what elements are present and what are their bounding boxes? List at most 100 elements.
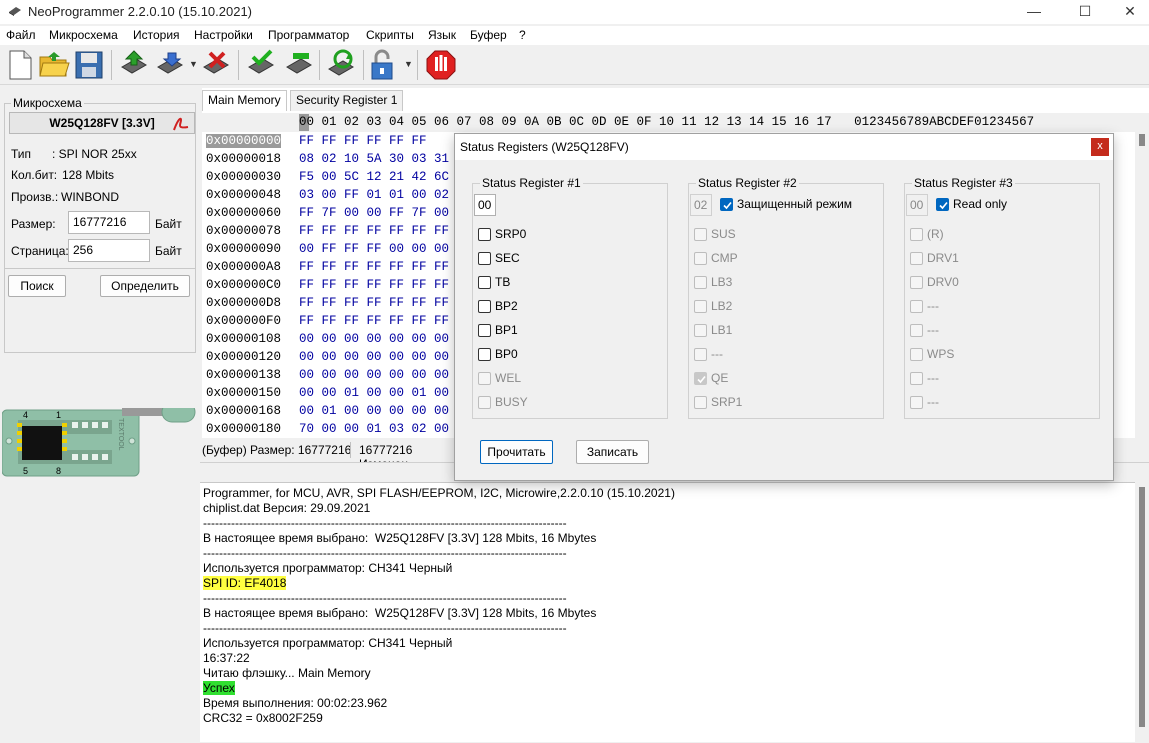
status-register-2-group: Status Register #2 02 Защищенный режим SUS C… xyxy=(688,176,884,419)
register-bit-label: BP0 xyxy=(495,347,518,361)
checkbox-icon xyxy=(910,372,923,385)
register-bit-label: WEL xyxy=(495,371,522,385)
save-icon[interactable] xyxy=(73,49,105,81)
hex-row-bytes[interactable]: FF FF FF FF FF FF FF xyxy=(299,314,449,328)
socket-pin-5: 5 xyxy=(23,466,28,476)
checkbox-icon xyxy=(478,348,491,361)
log-line: ----------------------------------------… xyxy=(203,546,567,560)
write-registers-button[interactable]: Записать xyxy=(576,440,649,464)
hex-row-address: 0x00000168 xyxy=(206,404,282,418)
checkbox-icon xyxy=(694,372,707,385)
minimize-button[interactable]: — xyxy=(1011,0,1057,24)
checkbox-icon xyxy=(910,324,923,337)
register-bit-label: BP2 xyxy=(495,299,518,313)
checkbox-icon xyxy=(936,198,949,211)
menu-language[interactable]: Язык xyxy=(428,28,456,42)
checkbox-label: Защищенный режим xyxy=(737,197,853,211)
hex-row-bytes[interactable]: FF FF FF FF FF FF FF xyxy=(299,278,449,292)
tab-security-register-1[interactable]: Security Register 1 xyxy=(290,90,404,111)
hex-row-bytes[interactable]: 08 02 10 5A 30 03 31 xyxy=(299,152,449,166)
stop-icon[interactable] xyxy=(425,49,457,81)
menu-buffer[interactable]: Буфер xyxy=(470,28,507,42)
hex-row-address: 0x00000030 xyxy=(206,170,282,184)
hex-row-bytes[interactable]: 00 01 00 00 00 00 00 xyxy=(299,404,449,418)
register-bit-label: LB2 xyxy=(711,299,733,313)
menu-file[interactable]: Файл xyxy=(6,28,36,42)
status-register-value[interactable]: 00 xyxy=(474,194,496,216)
hex-scrollbar[interactable] xyxy=(1135,132,1149,438)
read-chip-icon[interactable] xyxy=(118,49,150,81)
hex-row-bytes[interactable]: 00 00 00 00 00 00 00 xyxy=(299,332,449,346)
chip-panel: Микросхема W25Q128FV [3.3V] Тип : SPI NO… xyxy=(0,88,200,742)
register-bit-label: --- xyxy=(711,347,723,361)
title-bar: NeoProgrammer 2.2.0.10 (15.10.2021) — ☐ … xyxy=(0,0,1149,24)
log-scrollbar[interactable] xyxy=(1135,483,1149,743)
page-field[interactable]: 256 xyxy=(68,239,150,262)
write-dropdown-icon[interactable]: ▼ xyxy=(189,59,198,69)
new-file-icon[interactable] xyxy=(4,49,36,81)
hex-row-bytes[interactable]: 00 00 00 00 00 00 00 xyxy=(299,368,449,382)
bits-label: Кол.бит: xyxy=(11,168,58,182)
checkbox-icon xyxy=(694,348,707,361)
checkbox-icon xyxy=(478,228,491,241)
menu-history[interactable]: История xyxy=(133,28,180,42)
menu-settings[interactable]: Настройки xyxy=(194,28,253,42)
write-chip-icon[interactable] xyxy=(154,49,186,81)
menu-programmer[interactable]: Программатор xyxy=(268,28,349,42)
tab-main-memory[interactable]: Main Memory xyxy=(202,90,287,111)
log-line: Успех xyxy=(203,681,235,695)
hex-row-bytes[interactable]: 00 FF FF FF 00 00 00 xyxy=(299,242,449,256)
pdf-datasheet-icon[interactable] xyxy=(172,115,190,132)
hex-row-bytes[interactable]: FF 7F 00 00 FF 7F 00 xyxy=(299,206,449,220)
log-line: В настоящее время выбрано: W25Q128FV [3.… xyxy=(203,531,597,545)
maximize-button[interactable]: ☐ xyxy=(1062,0,1108,24)
verify-chip-icon[interactable] xyxy=(245,49,277,81)
hex-row-bytes[interactable]: FF FF FF FF FF FF FF xyxy=(299,296,449,310)
checkbox-icon xyxy=(478,252,491,265)
size-field[interactable]: 16777216 xyxy=(68,211,150,234)
hex-row-bytes[interactable]: FF FF FF FF FF FF FF xyxy=(299,260,449,274)
log-line: ----------------------------------------… xyxy=(203,621,567,635)
chip-group-title: Микросхема xyxy=(11,96,84,110)
hex-row-bytes[interactable]: F5 00 5C 12 21 42 6C xyxy=(299,170,449,184)
search-button[interactable]: Поиск xyxy=(8,275,66,297)
close-button[interactable]: ✕ xyxy=(1107,0,1149,24)
hex-row-bytes[interactable]: 03 00 FF 01 01 00 02 xyxy=(299,188,449,202)
hex-row-bytes[interactable]: 00 00 01 00 00 01 00 xyxy=(299,386,449,400)
menu-help[interactable]: ? xyxy=(519,28,526,42)
read-registers-button[interactable]: Прочитать xyxy=(480,440,553,464)
socket-pin-1: 1 xyxy=(56,410,61,420)
lock-icon[interactable] xyxy=(368,49,400,81)
window-title: NeoProgrammer 2.2.0.10 (15.10.2021) xyxy=(28,4,253,19)
auto-program-icon[interactable] xyxy=(325,49,357,81)
register-bit-label: --- xyxy=(927,371,939,385)
erase-chip-icon[interactable] xyxy=(200,49,232,81)
log-line: chiplist.dat Версия: 29.09.2021 xyxy=(203,501,371,515)
log-line: CRC32 = 0x8002F259 xyxy=(203,711,323,725)
checkbox-icon xyxy=(910,300,923,313)
page-unit: Байт xyxy=(155,244,182,258)
status-bar: (Буфер) Размер: 16777216 16777216 Измене… xyxy=(200,440,460,471)
register-bit-label: SRP1 xyxy=(711,395,743,409)
dialog-close-button[interactable]: x xyxy=(1091,138,1109,156)
detect-button[interactable]: Определить xyxy=(100,275,190,297)
hex-row-address: 0x00000090 xyxy=(206,242,282,256)
menu-chip[interactable]: Микросхема xyxy=(49,28,118,42)
hex-column-header: 00 01 02 03 04 05 06 07 08 09 0A 0B 0C 0… xyxy=(202,113,1149,132)
chip-name-field[interactable]: W25Q128FV [3.3V] xyxy=(9,112,195,134)
lock-dropdown-icon[interactable]: ▼ xyxy=(404,59,413,69)
hex-row-bytes[interactable]: FF FF FF FF FF FF FF xyxy=(299,224,449,238)
status-register-value: 02 xyxy=(690,194,712,216)
log-line: ----------------------------------------… xyxy=(203,516,567,530)
hex-row-bytes[interactable]: FF FF FF FF FF FF xyxy=(299,134,427,148)
checkbox-icon xyxy=(694,300,707,313)
hex-row-address: 0x000000F0 xyxy=(206,314,282,328)
menu-scripts[interactable]: Скрипты xyxy=(366,28,414,42)
hex-row-bytes[interactable]: 70 00 00 01 03 02 00 xyxy=(299,422,449,436)
blank-check-icon[interactable] xyxy=(283,49,315,81)
open-folder-icon[interactable] xyxy=(38,49,70,81)
register-bit-label: LB3 xyxy=(711,275,733,289)
hex-row-bytes[interactable]: 00 00 00 00 00 00 00 xyxy=(299,350,449,364)
register-bit-label: CMP xyxy=(711,251,738,265)
register-bit-label: SRP0 xyxy=(495,227,527,241)
